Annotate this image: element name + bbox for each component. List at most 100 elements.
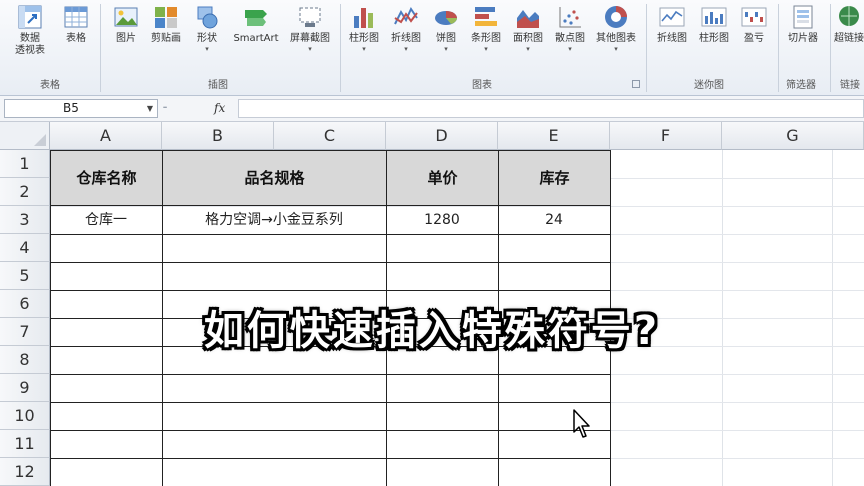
shapes-label: 形状: [197, 33, 217, 44]
bar-chart-button[interactable]: 条形图 ▾: [466, 2, 506, 72]
row-header-5[interactable]: 5: [0, 262, 50, 290]
column-header-b[interactable]: B: [162, 122, 274, 150]
header-cell-unit-price[interactable]: 单价: [386, 150, 499, 206]
screenshot-button[interactable]: 屏幕截图 ▾: [284, 2, 336, 72]
formula-bar-controls: ⁃ fx: [162, 100, 225, 117]
area-chart-icon: [517, 10, 539, 28]
header-cell-stock[interactable]: 库存: [498, 150, 611, 206]
row-header-2[interactable]: 2: [0, 178, 50, 206]
screenshot-label: 屏幕截图: [290, 33, 330, 44]
column-header-d[interactable]: D: [386, 122, 498, 150]
table-icon: [64, 6, 88, 28]
slicer-icon: [793, 5, 813, 29]
column-header-e[interactable]: E: [498, 122, 610, 150]
cell-a3[interactable]: 仓库一: [50, 206, 162, 234]
clip-art-label: 剪贴画: [151, 33, 181, 44]
cell-d3[interactable]: 1280: [386, 206, 498, 234]
pivot-table-label-2: 透视表: [15, 45, 45, 56]
sparkline-column-button[interactable]: 柱形图: [694, 2, 734, 72]
dropdown-arrow-icon: ▾: [308, 45, 312, 53]
other-charts-icon: [605, 6, 627, 28]
select-all-corner[interactable]: [0, 122, 50, 150]
formula-input[interactable]: [238, 99, 864, 118]
row-header-11[interactable]: 11: [0, 430, 50, 458]
clip-art-button[interactable]: 剪贴画: [146, 2, 186, 72]
chevron-down-icon[interactable]: ▼: [147, 100, 153, 117]
header-cell-warehouse[interactable]: 仓库名称: [50, 150, 163, 206]
column-chart-button[interactable]: 柱形图 ▾: [344, 2, 384, 72]
insert-function-icon[interactable]: fx: [214, 100, 225, 117]
clip-art-icon: [155, 7, 177, 28]
column-header-a[interactable]: A: [50, 122, 162, 150]
row-header-4[interactable]: 4: [0, 234, 50, 262]
sparkline-winloss-button[interactable]: 盈亏: [734, 2, 774, 72]
dropdown-arrow-icon: ▾: [526, 45, 530, 53]
video-caption-overlay: 如何快速插入特殊符号?: [203, 308, 661, 354]
slicer-button[interactable]: 切片器: [782, 2, 824, 72]
smartart-label: SmartArt: [233, 33, 279, 44]
column-header-f[interactable]: F: [610, 122, 722, 150]
sparkline-line-icon: [659, 7, 685, 27]
slicer-label: 切片器: [788, 33, 818, 44]
scatter-chart-icon: [559, 7, 581, 28]
pie-chart-icon: [435, 11, 457, 25]
header-cell-product-spec[interactable]: 品名规格: [162, 150, 387, 206]
group-label-charts: 图表: [472, 80, 492, 91]
column-header-g[interactable]: G: [722, 122, 864, 150]
pivot-table-button[interactable]: 数据 透视表: [4, 2, 56, 72]
expand-handle-icon[interactable]: ⁃: [162, 101, 168, 115]
sparkline-line-button[interactable]: 折线图: [650, 2, 694, 72]
area-chart-label: 面积图: [513, 33, 543, 44]
table-border: [50, 290, 610, 291]
name-box[interactable]: B5 ▼: [4, 99, 158, 118]
group-divider: [100, 4, 101, 92]
dropdown-arrow-icon: ▾: [484, 45, 488, 53]
chart-dialog-launcher-icon[interactable]: [632, 80, 640, 88]
row-header-9[interactable]: 9: [0, 374, 50, 402]
row-header-12[interactable]: 12: [0, 458, 50, 486]
group-label-links: 链接: [840, 80, 860, 91]
line-chart-label: 折线图: [391, 33, 421, 44]
line-chart-button[interactable]: 折线图 ▾: [386, 2, 426, 72]
select-all-triangle-icon: [34, 134, 46, 146]
screenshot-icon: [299, 7, 321, 27]
dropdown-arrow-icon: ▾: [614, 45, 618, 53]
table-label: 表格: [66, 33, 86, 44]
area-chart-button[interactable]: 面积图 ▾: [508, 2, 548, 72]
excel-window: 数据 透视表 表格 表格 图片 剪贴画 形状 ▾ SmartArt 屏幕截图 ▾…: [0, 0, 864, 486]
table-border: [50, 458, 610, 459]
sparkline-winloss-label: 盈亏: [744, 33, 764, 44]
group-divider: [830, 4, 831, 92]
pivot-table-icon: [18, 5, 42, 29]
cell-e3[interactable]: 24: [498, 206, 610, 234]
column-chart-label: 柱形图: [349, 33, 379, 44]
smartart-button[interactable]: SmartArt: [228, 2, 284, 72]
formula-bar: B5 ▼ ⁃ fx: [0, 96, 864, 122]
group-divider: [340, 4, 341, 92]
table-button[interactable]: 表格: [56, 2, 96, 72]
shapes-icon: [197, 6, 218, 29]
row-header-3[interactable]: 3: [0, 206, 50, 234]
other-charts-button[interactable]: 其他图表 ▾: [592, 2, 640, 72]
line-chart-icon: [394, 6, 418, 25]
sparkline-winloss-icon: [741, 7, 767, 27]
shapes-button[interactable]: 形状 ▾: [188, 2, 226, 72]
table-border: [50, 234, 610, 235]
dropdown-arrow-icon: ▾: [362, 45, 366, 53]
column-header-c[interactable]: C: [274, 122, 386, 150]
row-header-10[interactable]: 10: [0, 402, 50, 430]
group-label-tables: 表格: [40, 80, 60, 91]
group-divider: [778, 4, 779, 92]
pivot-table-label: 数据: [20, 33, 40, 44]
ribbon-insert-tab: 数据 透视表 表格 表格 图片 剪贴画 形状 ▾ SmartArt 屏幕截图 ▾…: [0, 0, 864, 96]
pie-chart-button[interactable]: 饼图 ▾: [428, 2, 464, 72]
scatter-chart-button[interactable]: 散点图 ▾: [550, 2, 590, 72]
smartart-icon: [245, 10, 267, 26]
picture-button[interactable]: 图片: [108, 2, 144, 72]
hyperlink-button[interactable]: 超链接: [834, 2, 864, 72]
cell-b3[interactable]: 格力空调→小金豆系列: [162, 206, 386, 234]
pie-chart-label: 饼图: [436, 33, 456, 44]
row-header-1[interactable]: 1: [0, 150, 50, 178]
group-label-filter: 筛选器: [786, 80, 816, 91]
group-label-illustrations: 插图: [208, 80, 228, 91]
